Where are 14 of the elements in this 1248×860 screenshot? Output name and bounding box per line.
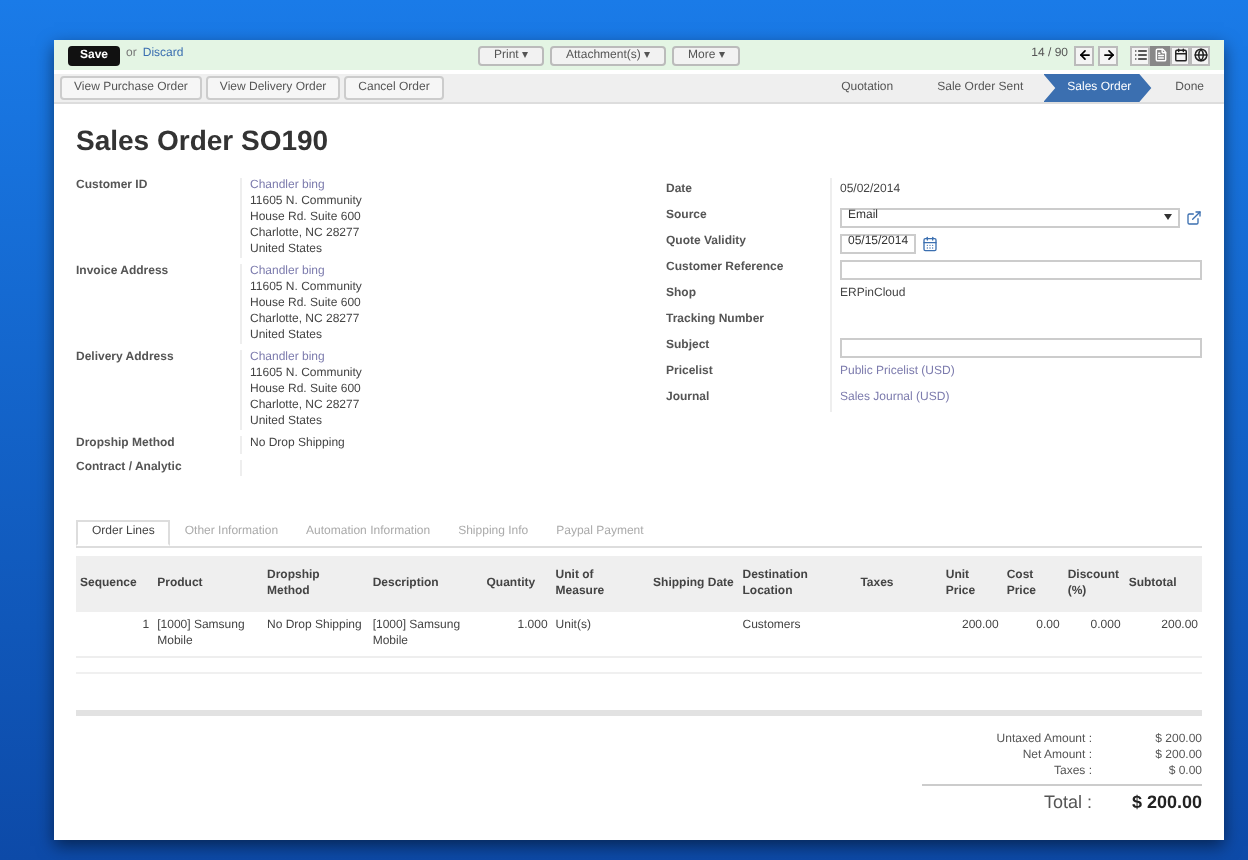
arrow-left-icon bbox=[1077, 48, 1091, 62]
globe-icon[interactable] bbox=[1190, 45, 1210, 65]
dropdown-caret-icon bbox=[1164, 214, 1172, 220]
grand-total-value: $ 200.00 bbox=[1129, 790, 1202, 816]
text-input[interactable] bbox=[840, 337, 1202, 357]
arrow-right-icon bbox=[1101, 48, 1115, 62]
text-input[interactable] bbox=[840, 259, 1202, 279]
record-title: Sales Order SO190 bbox=[76, 122, 331, 158]
list-view-icon[interactable] bbox=[1130, 45, 1150, 65]
previous-button[interactable] bbox=[1074, 45, 1094, 65]
next-button[interactable] bbox=[1098, 45, 1118, 65]
external-link-icon[interactable] bbox=[1186, 209, 1202, 225]
calendar-icon[interactable] bbox=[1170, 45, 1190, 65]
grand-total-label: Total : bbox=[1041, 790, 1092, 816]
